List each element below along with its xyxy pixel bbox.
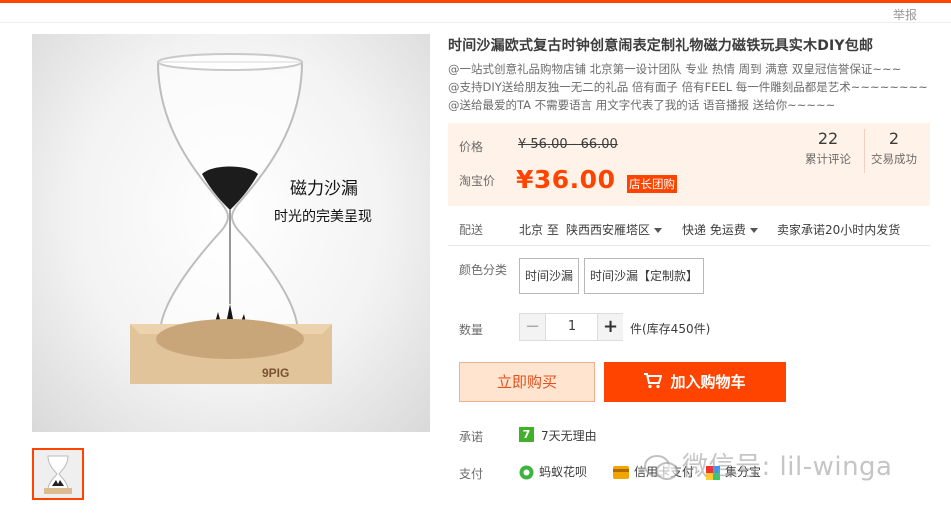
wechat-watermark: 微信号: lil-winga bbox=[644, 446, 892, 483]
sku-option-custom[interactable]: 时间沙漏【定制款】 bbox=[584, 258, 704, 294]
sku-option-standard[interactable]: 时间沙漏 bbox=[519, 258, 579, 294]
shipping-method: 快递 免运费 bbox=[682, 223, 746, 237]
stock-info: 件(库存450件) bbox=[630, 322, 711, 336]
shipping-destination: 陕西西安雁塔区 bbox=[566, 223, 651, 237]
watermark-text: 微信号: lil-winga bbox=[682, 452, 893, 482]
seven-day-return-icon: 7 bbox=[519, 427, 534, 442]
subtitle-line: @送给最爱的TA 不需要语言 用文字代表了我的话 语音播报 送给你~~~~~ bbox=[448, 98, 836, 112]
promise-text[interactable]: 7天无理由 bbox=[541, 427, 597, 444]
header-divider bbox=[0, 22, 951, 23]
brand-mark: 9PIG bbox=[262, 366, 289, 380]
report-link[interactable]: 举报 bbox=[893, 6, 917, 23]
payment-label: 支付 bbox=[459, 467, 484, 481]
buy-now-button[interactable]: 立即购买 bbox=[459, 362, 595, 402]
shipping-promise: 卖家承诺20小时内发货 bbox=[777, 223, 901, 237]
review-count: 22 bbox=[817, 129, 839, 148]
payment-huabei[interactable]: 蚂蚁花呗 bbox=[519, 463, 587, 480]
deal-count: 2 bbox=[888, 129, 900, 148]
wechat-icon bbox=[644, 454, 678, 480]
promise-label: 承诺 bbox=[459, 430, 484, 444]
add-to-cart-label: 加入购物车 bbox=[670, 373, 746, 391]
price-label: 价格 bbox=[459, 140, 484, 154]
price-panel: 价格 ¥ 56.00 - 66.00 淘宝价 ¥36.00 店长团购 22 累计… bbox=[448, 123, 930, 206]
payment-option-label: 蚂蚁花呗 bbox=[539, 465, 588, 479]
quantity-decrease-button[interactable]: − bbox=[520, 314, 546, 340]
promo-badge[interactable]: 店长团购 bbox=[627, 175, 677, 193]
deal-count-stat: 2 交易成功 bbox=[864, 129, 924, 167]
chevron-down-icon bbox=[749, 228, 758, 233]
shipping-label: 配送 bbox=[459, 223, 484, 237]
image-caption-2: 时光的完美呈现 bbox=[274, 209, 372, 225]
product-thumbnail[interactable] bbox=[32, 448, 84, 500]
quantity-label: 数量 bbox=[459, 323, 484, 337]
image-caption-1: 磁力沙漏 bbox=[290, 179, 358, 199]
section-divider bbox=[448, 245, 930, 246]
quantity-increase-button[interactable]: + bbox=[597, 314, 623, 340]
shipping-destination-select[interactable]: 陕西西安雁塔区 bbox=[566, 221, 663, 238]
subtitle-line: @一站式创意礼品购物店铺 北京第一设计团队 专业 热情 周到 满意 双皇冠信誉保… bbox=[448, 62, 902, 76]
main-product-image[interactable]: 9PIG 磁力沙漏 时光的完美呈现 bbox=[32, 34, 430, 432]
sku-label: 颜色分类 bbox=[459, 263, 508, 277]
add-to-cart-button[interactable]: 加入购物车 bbox=[604, 362, 786, 402]
subtitle-line: @支持DIY送给朋友独一无二的礼品 倍有面子 倍有FEEL 每一件雕刻品都是艺术… bbox=[448, 80, 928, 94]
shipping-from: 北京 至 bbox=[519, 223, 559, 237]
top-accent-line bbox=[0, 0, 951, 3]
quantity-stepper: − 1 + bbox=[519, 313, 623, 341]
review-count-stat[interactable]: 22 累计评论 bbox=[798, 129, 858, 167]
product-subtitle: @一站式创意礼品购物店铺 北京第一设计团队 专业 热情 周到 满意 双皇冠信誉保… bbox=[448, 60, 938, 114]
cart-icon bbox=[644, 373, 663, 389]
deal-count-label: 交易成功 bbox=[871, 152, 917, 166]
credit-card-icon bbox=[613, 466, 629, 479]
promo-price: ¥36.00 bbox=[516, 165, 616, 194]
shipping-method-select[interactable]: 快递 免运费 bbox=[682, 221, 758, 238]
quantity-input[interactable]: 1 bbox=[547, 314, 597, 340]
original-price: ¥ 56.00 - 66.00 bbox=[518, 137, 618, 152]
chevron-down-icon bbox=[654, 228, 663, 233]
huabei-icon bbox=[519, 465, 534, 480]
review-count-label: 累计评论 bbox=[805, 152, 851, 166]
product-title: 时间沙漏欧式复古时钟创意闹表定制礼物磁力磁铁玩具实木DIY包邮 bbox=[448, 38, 874, 54]
taobao-price-label: 淘宝价 bbox=[459, 174, 496, 188]
